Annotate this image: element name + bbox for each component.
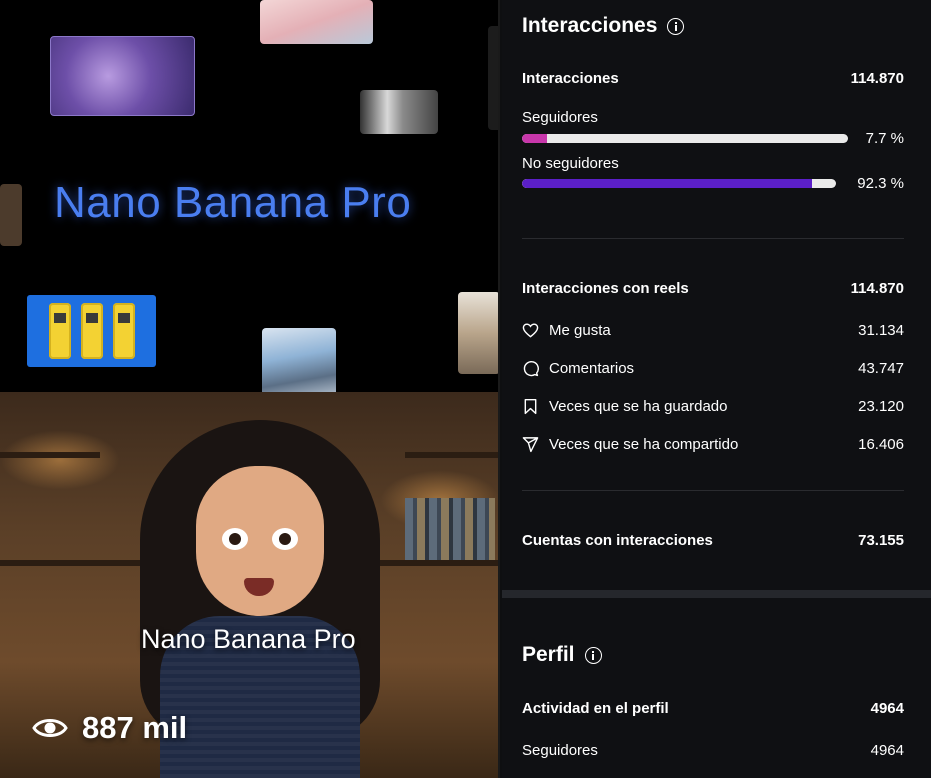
insights-panel: Interacciones Interacciones 114.870 Segu…: [502, 0, 931, 778]
followers-bar-fill: [522, 134, 548, 143]
interactions-summary: Interacciones 114.870 Seguidores 7.7 % N…: [522, 70, 904, 200]
video-caption: Nano Banana Pro: [141, 624, 356, 654]
interactions-heading: Interacciones: [522, 14, 658, 37]
reels-value: 114.870: [850, 280, 904, 297]
shares-label: Veces que se ha compartido: [549, 436, 739, 453]
nonfollowers-bar: [522, 179, 836, 188]
divider: [522, 238, 904, 239]
section-divider: [502, 590, 931, 598]
accounts-value: 73.155: [858, 532, 904, 549]
accounts-engaged: Cuentas con interacciones 73.155: [522, 532, 904, 552]
comments-row: Comentarios 43.747: [522, 360, 904, 377]
shares-row: Veces que se ha compartido 16.406: [522, 436, 904, 453]
shelf: [0, 452, 100, 458]
brand-title-text: Nano Banana Pro: [54, 178, 412, 227]
collage-image-pink: [260, 0, 373, 44]
likes-value: 31.134: [858, 322, 904, 339]
interactions-total-value: 114.870: [850, 70, 904, 87]
nonfollowers-pct: 92.3 %: [857, 175, 904, 192]
info-icon[interactable]: [667, 17, 685, 35]
profile-heading: Perfil: [522, 643, 575, 666]
books: [405, 498, 495, 560]
followers-bar: [522, 134, 848, 143]
profile-followers-value: 4964: [870, 742, 904, 759]
shelf-light: [0, 430, 120, 490]
followers-label: Seguidores: [522, 109, 598, 126]
profile-followers-label: Seguidores: [522, 742, 598, 759]
collage-image-snow: [262, 328, 336, 400]
collage-image-edge: [488, 26, 498, 130]
interactions-total-row: Interacciones 114.870: [522, 70, 904, 87]
profile-activity-row: Actividad en el perfil 4964: [522, 700, 904, 717]
collage-image-purple: [50, 36, 195, 116]
profile-activity-value: 4964: [870, 700, 904, 717]
profile-header: Perfil: [522, 643, 904, 667]
likes-label: Me gusta: [549, 322, 611, 339]
followers-pct: 7.7 %: [865, 130, 904, 147]
profile-stats: Actividad en el perfil 4964 Seguidores 4…: [522, 700, 904, 770]
collage-image-left-edge: [0, 184, 22, 246]
profile-followers-row: Seguidores 4964: [522, 742, 904, 759]
bookmark-icon: [524, 398, 537, 415]
accounts-label: Cuentas con interacciones: [522, 532, 713, 549]
accounts-row: Cuentas con interacciones 73.155: [522, 532, 904, 549]
heart-icon: [522, 323, 539, 338]
reels-total-row: Interacciones con reels 114.870: [522, 280, 904, 297]
saves-label: Veces que se ha guardado: [549, 398, 728, 415]
interactions-header: Interacciones: [522, 14, 904, 38]
reel-thumbnail[interactable]: Nano Banana Pro Nano Banana Pro 887 mil: [0, 0, 500, 778]
comments-value: 43.747: [858, 360, 904, 377]
comments-label: Comentarios: [549, 360, 635, 377]
saves-value: 23.120: [858, 398, 904, 415]
profile-activity-label: Actividad en el perfil: [522, 700, 669, 717]
shelf: [405, 452, 498, 458]
interactions-total-label: Interacciones: [522, 70, 619, 87]
reels-interactions: Interacciones con reels 114.870 Me gusta…: [522, 280, 904, 460]
divider: [522, 490, 904, 491]
send-icon: [522, 437, 539, 453]
likes-row: Me gusta 31.134: [522, 322, 904, 339]
saves-row: Veces que se ha guardado 23.120: [522, 398, 904, 415]
collage-image-cans: [27, 295, 156, 367]
eye-icon: [32, 719, 68, 737]
collage-image-phone: [360, 90, 438, 134]
view-count: 887 mil: [32, 710, 187, 746]
collage-image-room: [458, 292, 498, 374]
shares-value: 16.406: [858, 436, 904, 453]
nonfollowers-bar-fill: [522, 179, 812, 188]
nonfollowers-label: No seguidores: [522, 155, 619, 172]
views-value: 887 mil: [82, 710, 188, 745]
comment-icon: [523, 361, 539, 377]
info-icon[interactable]: [584, 646, 602, 664]
reels-label: Interacciones con reels: [522, 280, 689, 297]
